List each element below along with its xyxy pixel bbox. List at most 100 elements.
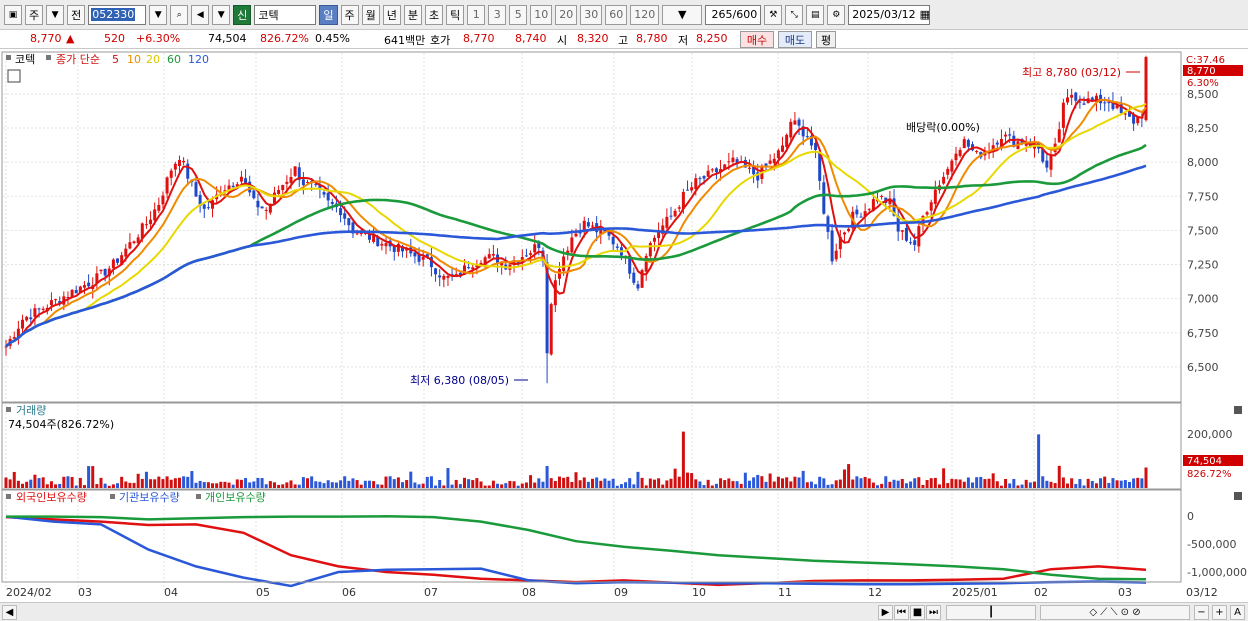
text-size-icon[interactable]: A (1230, 605, 1245, 620)
period-year[interactable]: 년 (382, 4, 401, 25)
volume-bar (16, 480, 20, 488)
last-icon[interactable]: ⏭ (926, 605, 941, 620)
volume-bar (966, 477, 970, 488)
candle-body (591, 225, 595, 227)
volume-bar (260, 478, 264, 488)
minute-5[interactable]: 5 (509, 4, 528, 25)
period-month[interactable]: 월 (361, 4, 380, 25)
candle-body (1103, 102, 1107, 104)
chart-tool-icon[interactable]: ⤡ (785, 4, 804, 25)
chevron-down-icon[interactable]: ▼ (212, 4, 231, 25)
candle-body (673, 210, 677, 217)
volume-bar (768, 473, 772, 488)
scroll-right-icon[interactable]: ▶ (878, 605, 893, 620)
eval-button[interactable]: 평 (816, 31, 836, 48)
candle-body (1082, 103, 1086, 105)
sell-button[interactable]: 매도 (778, 31, 812, 48)
candle-body (830, 230, 834, 262)
first-icon[interactable]: ⏮ (894, 605, 909, 620)
volume-bar (1066, 483, 1070, 488)
close-icon[interactable] (1234, 492, 1242, 500)
stock-code-input[interactable]: 052330 (88, 4, 147, 25)
candle-body (904, 227, 908, 241)
period-tick[interactable]: 틱 (446, 4, 465, 25)
chevron-down-icon[interactable]: ▼ (46, 4, 65, 25)
stock-chart[interactable]: 8,500 8,250 8,000 7,750 7,500 7,250 7,000 6,750… (0, 50, 1248, 602)
volume-bar (669, 478, 673, 488)
volume-bar (913, 478, 917, 488)
candle-body (111, 259, 115, 269)
volume-bar (58, 483, 62, 488)
candle-body (252, 190, 256, 199)
minute-20[interactable]: 20 (555, 4, 578, 25)
volume-bar (962, 481, 966, 488)
candle-body (615, 246, 619, 248)
period-week[interactable]: 주 (340, 4, 359, 25)
volume-bar (293, 484, 297, 488)
candle-body (776, 150, 780, 159)
new-button[interactable]: 신 (233, 4, 252, 25)
candle-body (785, 134, 789, 147)
buy-button[interactable]: 매수 (740, 31, 774, 48)
stock-name-field[interactable]: 코텍 (254, 4, 317, 25)
count-field[interactable]: 265/600 (705, 4, 762, 25)
minute-10[interactable]: 10 (530, 4, 553, 25)
volume-bar (690, 473, 694, 488)
scroll-left-icon[interactable]: ◀ (2, 605, 17, 620)
volume-bar (615, 485, 619, 488)
volume-bar (37, 478, 41, 488)
interval-select[interactable]: ▼ (662, 4, 703, 25)
period-day[interactable]: 일 (319, 4, 338, 25)
prev-button[interactable]: 전 (67, 4, 86, 25)
search-icon[interactable]: ⌕ (170, 4, 189, 25)
volume-tag-text: 74,504 (1187, 456, 1222, 467)
legend-stock-name: 코텍 (15, 53, 35, 66)
volume-bar (33, 474, 37, 488)
drawing-tools[interactable]: ◇ ⟋ ⟍ ⊙ ⊘ (1040, 605, 1190, 620)
turnover: 0.45% (315, 32, 350, 45)
date-field[interactable]: 2025/03/12 ▦ (848, 4, 931, 25)
save-icon[interactable]: ▤ (806, 4, 825, 25)
minute-120[interactable]: 120 (630, 4, 660, 25)
candle-body (116, 258, 120, 263)
candle-body (384, 243, 388, 247)
volume-bar (549, 478, 553, 488)
price-tick: 8,500 (1187, 88, 1219, 101)
period-second[interactable]: 초 (425, 4, 444, 25)
window-icon[interactable]: ▣ (4, 4, 22, 25)
candle-body (29, 317, 33, 320)
period-minute[interactable]: 분 (403, 4, 422, 25)
zoom-slider[interactable]: ┃ (946, 605, 1036, 620)
volume-bar (367, 480, 371, 488)
volume-bar (41, 477, 45, 488)
volume-bar (991, 473, 995, 488)
stop-icon[interactable]: ■ (910, 605, 925, 620)
minute-30[interactable]: 30 (580, 4, 603, 25)
volume-bar (318, 481, 322, 488)
scrollbar[interactable]: ◀ ▶ ⏮ ■ ⏭ ┃ ◇ ⟋ ⟍ ⊙ ⊘ − + A (0, 602, 1248, 621)
minute-60[interactable]: 60 (605, 4, 628, 25)
close-icon[interactable] (1234, 406, 1242, 414)
volume-bar (144, 471, 148, 488)
price-tick: 8,000 (1187, 156, 1219, 169)
volume-bar (797, 477, 801, 488)
zoom-out-icon[interactable]: − (1194, 605, 1209, 620)
volume-bar (971, 482, 975, 488)
volume-bar (272, 482, 276, 488)
minute-1[interactable]: 1 (467, 4, 486, 25)
volume-bar (120, 476, 124, 488)
candle-body (301, 179, 305, 186)
market-select[interactable]: 주 (25, 4, 44, 25)
chevron-down-icon[interactable]: ▼ (149, 4, 168, 25)
volume-bar (417, 484, 421, 488)
gear-icon[interactable]: ⚙ (827, 4, 846, 25)
candle-body (182, 160, 186, 163)
volume-bar (714, 483, 718, 488)
speaker-icon[interactable]: ◀ (191, 4, 210, 25)
calendar-icon[interactable]: ▦ (920, 8, 930, 21)
tools-icon[interactable]: ⚒ (764, 4, 783, 25)
zoom-in-icon[interactable]: + (1212, 605, 1227, 620)
legend-ma-120: 120 (188, 53, 209, 66)
minute-3[interactable]: 3 (488, 4, 507, 25)
candle-body (669, 215, 673, 217)
